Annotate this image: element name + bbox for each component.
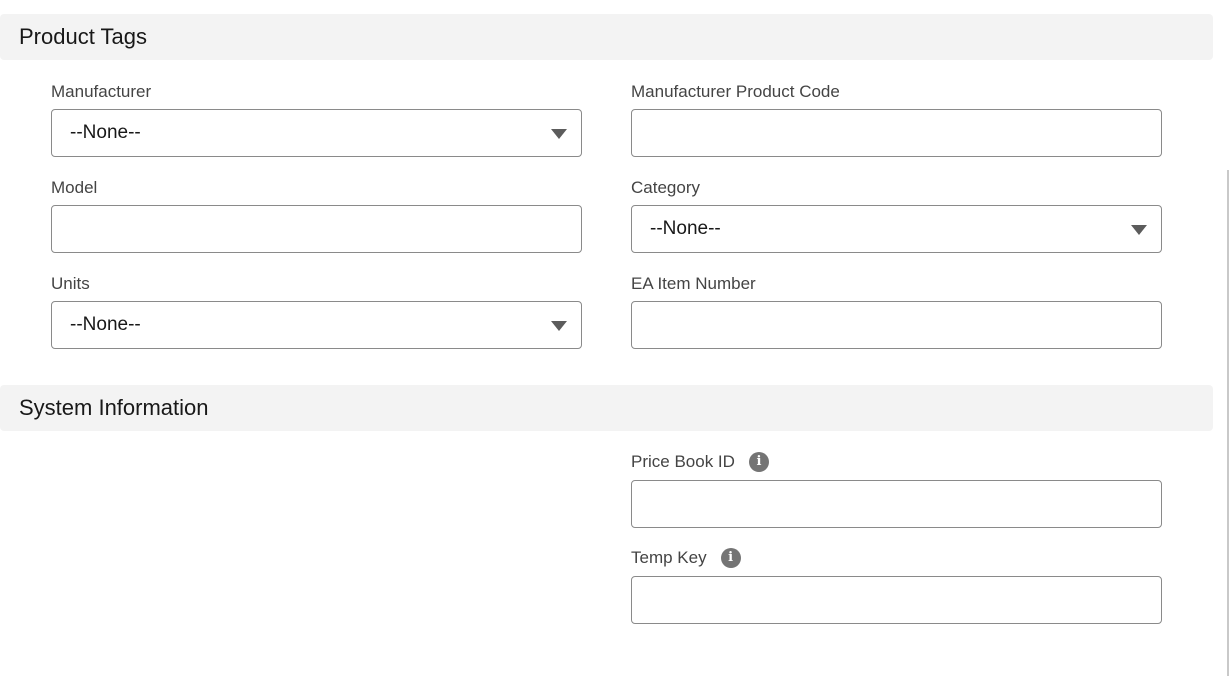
ea-item-number-label-text: EA Item Number: [631, 274, 756, 293]
category-selected-value: --None--: [650, 218, 721, 239]
price-book-id-input[interactable]: [631, 480, 1162, 528]
ea-item-number-input[interactable]: [631, 301, 1162, 349]
category-select[interactable]: --None--: [631, 205, 1162, 253]
price-book-id-label: Price Book ID i: [631, 452, 769, 472]
model-label-text: Model: [51, 178, 98, 197]
manufacturer-product-code-label: Manufacturer Product Code: [631, 82, 840, 102]
manufacturer-select[interactable]: --None--: [51, 109, 582, 157]
temp-key-label-text: Temp Key: [631, 548, 707, 567]
manufacturer-selected-value: --None--: [70, 122, 141, 143]
category-label: Category: [631, 178, 700, 198]
units-selected-value: --None--: [70, 314, 141, 335]
section-title: Product Tags: [19, 24, 148, 49]
section-header-product-tags[interactable]: Product Tags: [0, 14, 1213, 60]
info-icon[interactable]: i: [720, 548, 741, 568]
manufacturer-label-text: Manufacturer: [51, 82, 152, 101]
chevron-down-icon: [551, 321, 567, 331]
units-label-text: Units: [51, 274, 90, 293]
scrollbar[interactable]: [1227, 170, 1229, 676]
info-icon[interactable]: i: [748, 452, 769, 472]
temp-key-input[interactable]: [631, 576, 1162, 624]
model-input[interactable]: [51, 205, 582, 253]
manufacturer-product-code-label-text: Manufacturer Product Code: [631, 82, 840, 101]
model-label: Model: [51, 178, 97, 198]
ea-item-number-label: EA Item Number: [631, 274, 756, 294]
units-select[interactable]: --None--: [51, 301, 582, 349]
units-label: Units: [51, 274, 90, 294]
price-book-id-label-text: Price Book ID: [631, 452, 735, 471]
section-title: System Information: [19, 395, 209, 420]
chevron-down-icon: [1131, 225, 1147, 235]
manufacturer-label: Manufacturer: [51, 82, 151, 102]
manufacturer-product-code-input[interactable]: [631, 109, 1162, 157]
chevron-down-icon: [551, 129, 567, 139]
temp-key-label: Temp Key i: [631, 548, 741, 568]
section-header-system-information[interactable]: System Information: [0, 385, 1213, 431]
category-label-text: Category: [631, 178, 700, 197]
record-edit-page: Product Tags Manufacturer --None-- Manuf…: [0, 0, 1231, 676]
